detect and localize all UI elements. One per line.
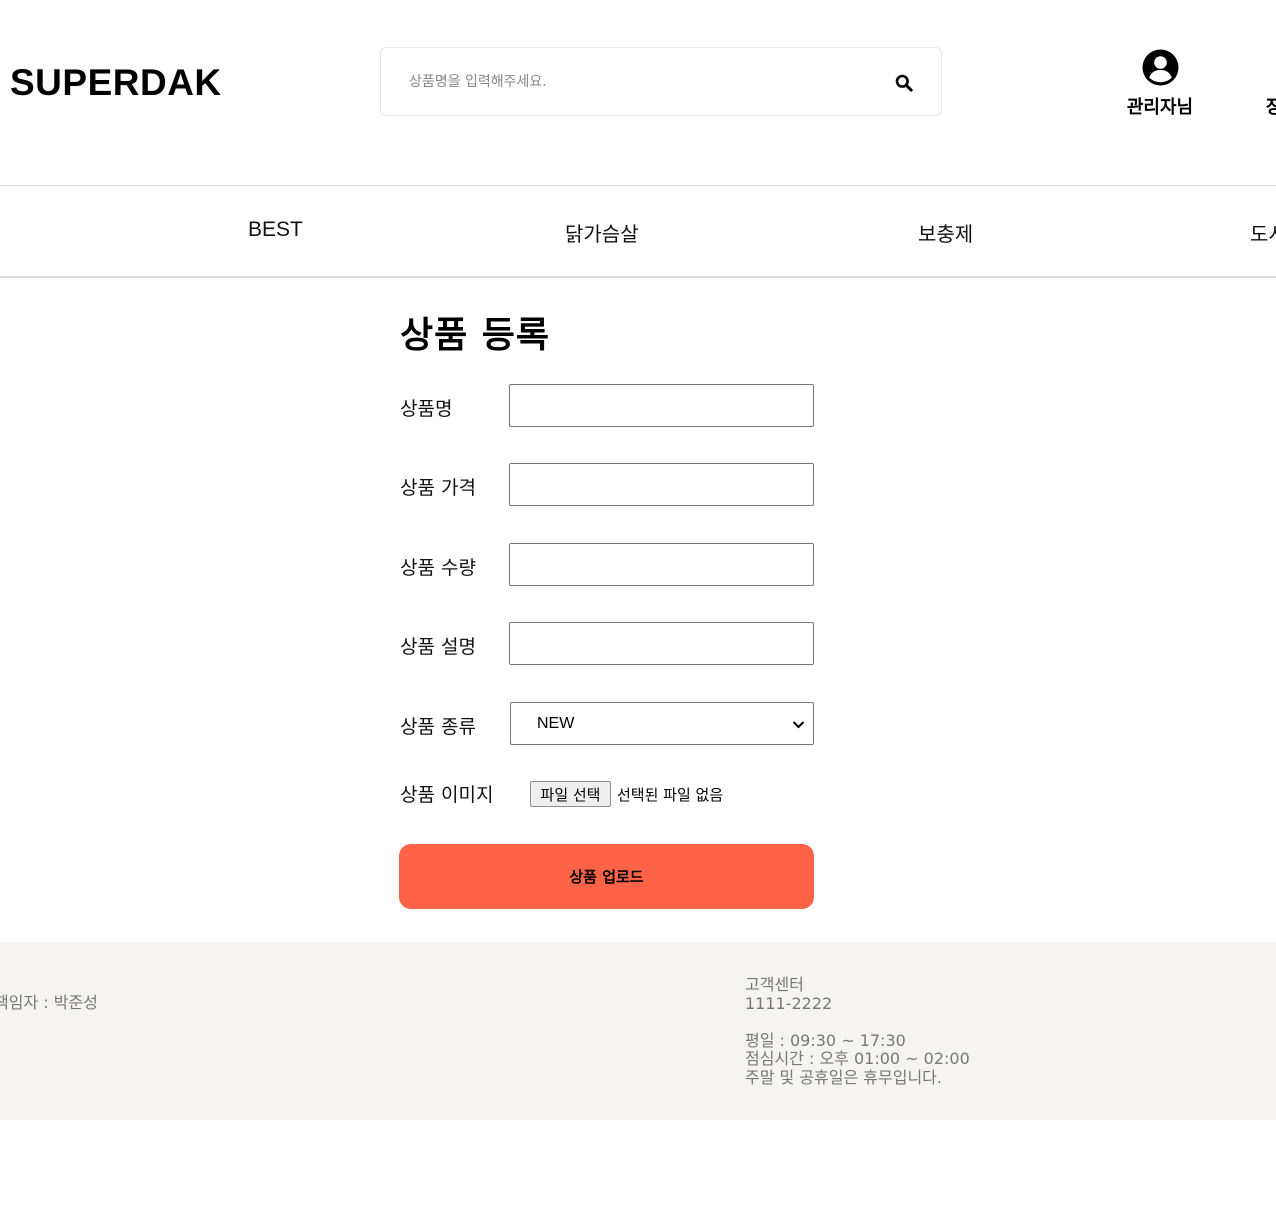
product-price-label: 상품 가격 xyxy=(400,477,476,499)
customer-center-phone: 1111-2222 xyxy=(745,993,833,1013)
file-select-button[interactable]: 파일 선택 xyxy=(530,781,611,807)
customer-center-title: 고객센터 xyxy=(745,975,804,994)
product-category-value: NEW xyxy=(537,715,575,732)
search-icon xyxy=(895,74,913,92)
footer-manager: 책임자 : 박준성 xyxy=(0,993,98,1012)
product-description-input[interactable] xyxy=(509,622,814,665)
product-description-label: 상품 설명 xyxy=(400,636,476,658)
page-title: 상품 등록 xyxy=(400,315,551,356)
user-menu-label[interactable]: 관리자님 xyxy=(1110,93,1210,119)
file-status-text: 선택된 파일 없음 xyxy=(617,786,724,804)
category-nav: BEST 닭가슴살 보충제 도시 xyxy=(0,185,1276,278)
nav-item-supplements[interactable]: 보충제 xyxy=(918,218,973,247)
cart-menu-label[interactable]: 장 xyxy=(1266,93,1276,119)
user-circle-icon[interactable] xyxy=(1142,49,1179,86)
product-name-input[interactable] xyxy=(509,384,814,427)
weekday-hours: 평일 : 09:30 ~ 17:30 xyxy=(745,1030,906,1050)
footer: 책임자 : 박준성 고객센터 1111-2222 평일 : 09:30 ~ 17… xyxy=(0,942,1276,1120)
product-image-label: 상품 이미지 xyxy=(400,784,494,806)
product-quantity-input[interactable] xyxy=(509,543,814,586)
customer-center-info: 고객센터 1111-2222 평일 : 09:30 ~ 17:30 점심시간 :… xyxy=(745,975,970,1087)
product-price-input[interactable] xyxy=(509,463,814,506)
nav-item-lunchbox[interactable]: 도시 xyxy=(1250,218,1276,247)
nav-item-best[interactable]: BEST xyxy=(248,218,303,242)
product-category-select[interactable]: NEW xyxy=(510,702,814,745)
product-quantity-label: 상품 수량 xyxy=(400,557,476,579)
search-input[interactable] xyxy=(409,68,869,96)
product-upload-button[interactable]: 상품 업로드 xyxy=(399,844,814,909)
product-category-label: 상품 종류 xyxy=(400,716,476,738)
search-bar xyxy=(380,47,942,116)
site-logo[interactable]: SUPERDAK xyxy=(10,62,222,104)
lunch-hours: 점심시간 : 오후 01:00 ~ 02:00 xyxy=(745,1049,970,1068)
nav-item-chicken-breast[interactable]: 닭가슴살 xyxy=(565,218,639,247)
holiday-note: 주말 및 공휴일은 휴무입니다. xyxy=(745,1067,942,1087)
search-button[interactable] xyxy=(889,68,919,98)
product-name-label: 상품명 xyxy=(400,398,453,420)
chevron-down-icon xyxy=(792,721,805,729)
